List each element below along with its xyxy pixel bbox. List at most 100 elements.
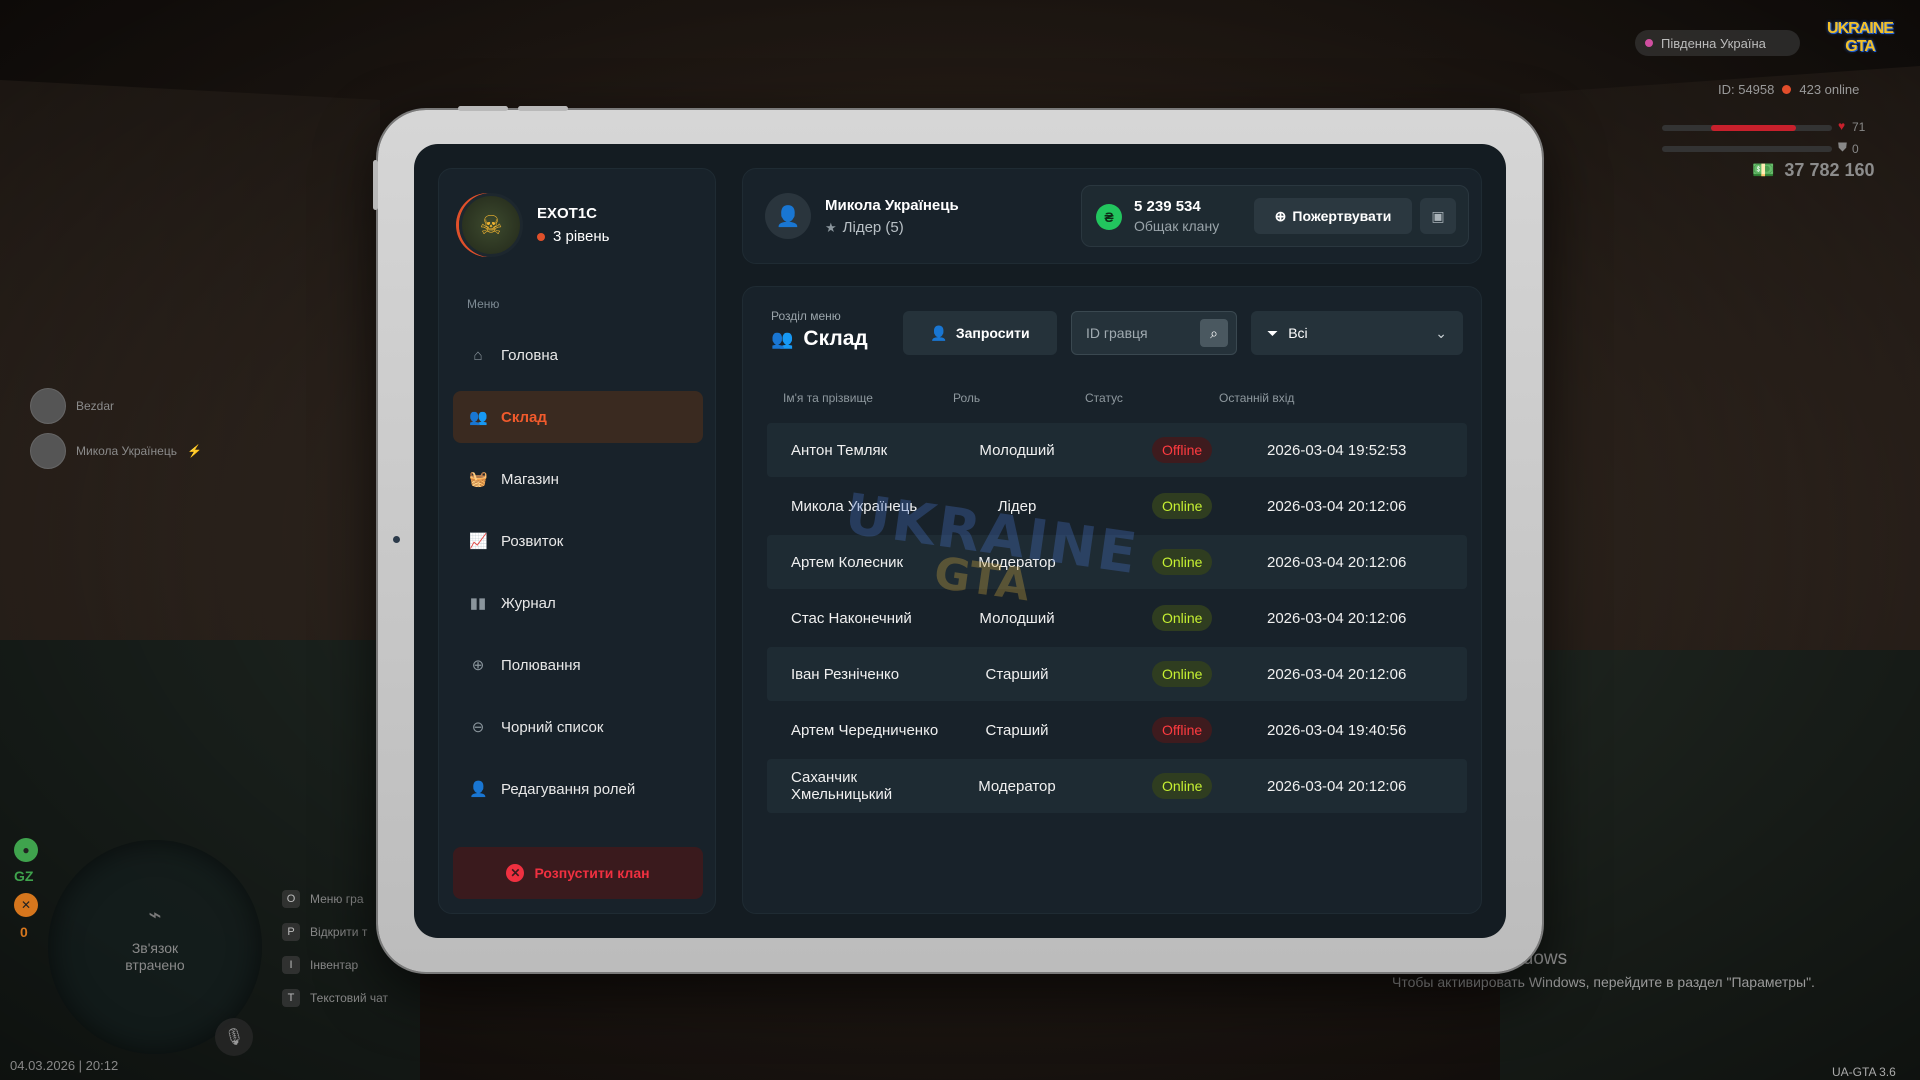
coin-icon: ₴: [1096, 204, 1122, 230]
green-status-icon: ●: [14, 838, 38, 862]
sidebar-item-journal[interactable]: ▮▮ Журнал: [453, 577, 703, 629]
tablet-button: [458, 106, 508, 111]
shield-icon: ⛊: [1838, 140, 1848, 154]
sidebar-menu: ⌂ Головна 👥 Склад 🧺 Магазин 📈 Розвиток ▮…: [453, 329, 703, 825]
chevron-down-icon: ⌄: [1435, 324, 1447, 341]
sidebar-item-shop[interactable]: 🧺 Магазин: [453, 453, 703, 505]
archive-icon: ▣: [1431, 207, 1445, 224]
search-icon: ⌕: [1210, 324, 1218, 341]
status-badge: Online: [1152, 773, 1213, 799]
tools-icon: ✕: [14, 893, 38, 917]
zero-label: 0: [20, 924, 28, 940]
tablet-side-button: [373, 160, 378, 210]
tablet-camera: [393, 536, 400, 543]
user-role: ★ Лідер (5): [825, 219, 904, 236]
table-row[interactable]: Саханчик Хмельницький Модератор Online 2…: [767, 759, 1467, 813]
block-icon: ⊖: [471, 719, 485, 736]
server-name: Південна Україна: [1661, 35, 1766, 51]
server-badge: Південна Україна: [1635, 30, 1800, 56]
table-row[interactable]: Іван Резніченко Старший Online 2026-03-0…: [767, 647, 1467, 701]
status-badge: Offline: [1152, 437, 1213, 463]
datetime: 04.03.2026 | 20:12: [10, 1058, 119, 1073]
members-icon: 👥: [469, 409, 488, 426]
star-icon: ★: [825, 219, 837, 235]
mic-button[interactable]: 🎙: [215, 1018, 253, 1056]
chart-icon: 📈: [469, 533, 488, 550]
online-count: 423 online: [1799, 82, 1860, 97]
status-badge: Online: [1152, 605, 1213, 631]
voice-item: Микола Українець ⚡: [30, 433, 202, 469]
user-avatar-icon: 👤: [765, 193, 811, 239]
key-hint: P Відкрити т: [282, 915, 388, 948]
mic-muted-icon: ⚡: [186, 444, 202, 458]
version: UA-GTA 3.6: [1832, 1065, 1896, 1079]
level-dot-icon: [537, 232, 545, 241]
sidebar: ☠ EXOT1C 3 рівень Меню ⌂ Головна 👥 Склад…: [438, 168, 716, 914]
menu-label: Меню: [467, 297, 500, 311]
key-hint: I Інвентар: [282, 948, 388, 981]
clan-name: EXOT1C: [537, 205, 598, 222]
column-header-role: Роль: [953, 391, 981, 405]
members-table: Антон Темляк Молодший Offline 2026-03-04…: [767, 423, 1467, 815]
avatar: [30, 388, 66, 424]
search-input[interactable]: [1072, 312, 1192, 354]
tablet-button: [518, 106, 568, 111]
key-hints: O Меню гра P Відкрити т I Інвентар T Текстов…: [282, 882, 388, 1014]
close-circle-icon: ✕: [506, 864, 525, 882]
clan-profile: ☠ EXOT1C 3 рівень: [459, 193, 609, 257]
armor-bar: [1662, 146, 1832, 152]
sidebar-item-blacklist[interactable]: ⊖ Чорний список: [453, 701, 703, 753]
bank-amount: 5 239 534: [1134, 198, 1201, 215]
table-row[interactable]: Антон Темляк Молодший Offline 2026-03-04…: [767, 423, 1467, 477]
column-header-name: Ім'я та прізвище: [783, 391, 873, 405]
home-icon: ⌂: [473, 346, 483, 364]
sidebar-item-hunting[interactable]: ⊕ Полювання: [453, 639, 703, 691]
no-signal-icon: ⌁: [148, 902, 162, 927]
health-bar: [1662, 125, 1832, 131]
online-dot-icon: [1782, 85, 1792, 94]
cash-icon: 💵: [1752, 160, 1775, 180]
sidebar-item-roles[interactable]: 👤 Редагування ролей: [453, 763, 703, 815]
tablet-screen: ☠ EXOT1C 3 рівень Меню ⌂ Головна 👥 Склад…: [414, 144, 1506, 938]
invite-button[interactable]: 👤 Запросити: [903, 311, 1057, 355]
radar-status: Зв'язок втрачено: [125, 940, 185, 973]
armor-value: 0: [1852, 142, 1859, 156]
sidebar-item-development[interactable]: 📈 Розвиток: [453, 515, 703, 567]
search-button[interactable]: ⌕: [1200, 319, 1228, 347]
heart-icon: ♥: [1838, 119, 1846, 133]
voice-name: Bezdar: [76, 399, 115, 413]
bank-history-button[interactable]: ▣: [1420, 198, 1456, 234]
server-dot-icon: [1645, 39, 1653, 47]
player-id: ID: 54958: [1718, 82, 1775, 97]
column-header-last-login: Останній вхід: [1219, 391, 1295, 405]
shop-icon: 🧺: [469, 471, 488, 488]
clan-bank: ₴ 5 239 534 Общак клану ⊕ Пожертвувати ▣: [1081, 185, 1469, 247]
key-hint: O Меню гра: [282, 882, 388, 915]
health-value: 71: [1852, 120, 1866, 134]
clan-emblem-icon: ☠: [459, 193, 523, 257]
page-title: 👥 Склад: [771, 327, 868, 350]
section-label: Розділ меню: [771, 309, 841, 323]
donate-button[interactable]: ⊕ Пожертвувати: [1254, 198, 1412, 234]
user-name: Микола Українець: [825, 197, 959, 214]
hud-player-info: ID: 54958 423 online: [1718, 82, 1859, 97]
table-row[interactable]: Артем Чередниченко Старший Offline 2026-…: [767, 703, 1467, 757]
status-filter-dropdown[interactable]: ⏷ Всі ⌄: [1251, 311, 1463, 355]
clan-level: 3 рівень: [537, 228, 609, 245]
hud-money: 💵 37 782 160: [1752, 160, 1875, 181]
disband-clan-button[interactable]: ✕ Розпустити клан: [453, 847, 703, 899]
gz-label: GZ: [14, 868, 34, 884]
table-row[interactable]: Стас Наконечний Молодший Online 2026-03-…: [767, 591, 1467, 645]
members-panel: Розділ меню 👥 Склад 👤 Запросити ⌕ ⏷ Всі …: [742, 286, 1482, 914]
voice-item: Bezdar: [30, 388, 114, 424]
status-badge: Offline: [1152, 717, 1213, 743]
book-icon: ▮▮: [469, 595, 487, 612]
bank-label: Общак клану: [1134, 218, 1220, 234]
add-user-icon: 👤: [930, 324, 948, 341]
sidebar-item-home[interactable]: ⌂ Головна: [453, 329, 703, 381]
sidebar-item-members[interactable]: 👥 Склад: [453, 391, 703, 443]
members-icon: 👥: [771, 328, 794, 349]
key-hint: T Текстовий чат: [282, 981, 388, 1014]
user-edit-icon: 👤: [469, 781, 488, 798]
header: 👤 Микола Українець ★ Лідер (5) ₴ 5 239 5…: [742, 168, 1482, 264]
